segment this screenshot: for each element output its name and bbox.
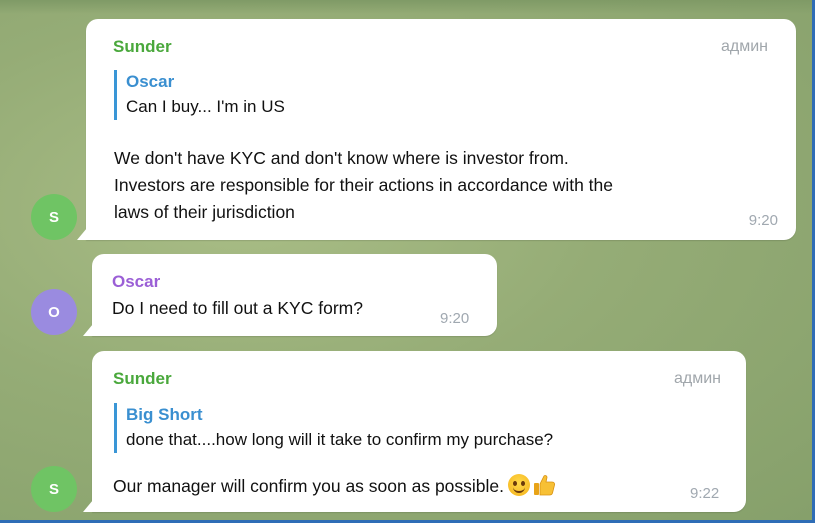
- message-line: Our manager will confirm you as soon as …: [113, 476, 505, 496]
- message-text: Do I need to fill out a KYC form?: [112, 298, 363, 318]
- message-text: We don't have KYC and don't know where i…: [114, 145, 613, 226]
- message-bubble[interactable]: Oscar Do I need to fill out a KYC form? …: [92, 254, 497, 336]
- message-time: 9:20: [748, 212, 778, 229]
- reply-quote[interactable]: Oscar Can I buy... I'm in US: [114, 70, 285, 120]
- sender-name[interactable]: Sunder: [113, 369, 172, 389]
- admin-badge: админ: [720, 38, 768, 55]
- reply-sender: Big Short: [126, 405, 203, 424]
- avatar[interactable]: S: [31, 466, 77, 512]
- sender-name[interactable]: Oscar: [112, 272, 160, 292]
- reply-text: Can I buy... I'm in US: [126, 97, 285, 116]
- avatar[interactable]: O: [31, 289, 77, 335]
- admin-badge: админ: [673, 370, 721, 387]
- message-line: We don't have KYC and don't know where i…: [114, 148, 569, 168]
- message-line: laws of their jurisdiction: [114, 202, 295, 222]
- message-bubble[interactable]: Sunder админ Big Short done that....how …: [92, 351, 746, 512]
- reply-text: done that....how long will it take to co…: [126, 430, 554, 449]
- message-time: 9:22: [690, 485, 720, 502]
- message-bubble[interactable]: Sunder админ Oscar Can I buy... I'm in U…: [86, 19, 796, 240]
- message-time: 9:20: [440, 310, 470, 327]
- chat-background: Sunder админ Oscar Can I buy... I'm in U…: [0, 0, 815, 523]
- thumbs-up-emoji: [534, 475, 556, 496]
- chat-top-edge: [0, 0, 812, 14]
- sender-name[interactable]: Sunder: [113, 37, 172, 57]
- reply-quote[interactable]: Big Short done that....how long will it …: [114, 403, 553, 453]
- message-text: Our manager will confirm you as soon as …: [113, 473, 556, 500]
- avatar[interactable]: S: [31, 194, 77, 240]
- smiling-face-emoji: [508, 474, 531, 496]
- message-line: Investors are responsible for their acti…: [114, 175, 614, 195]
- reply-sender: Oscar: [126, 72, 175, 91]
